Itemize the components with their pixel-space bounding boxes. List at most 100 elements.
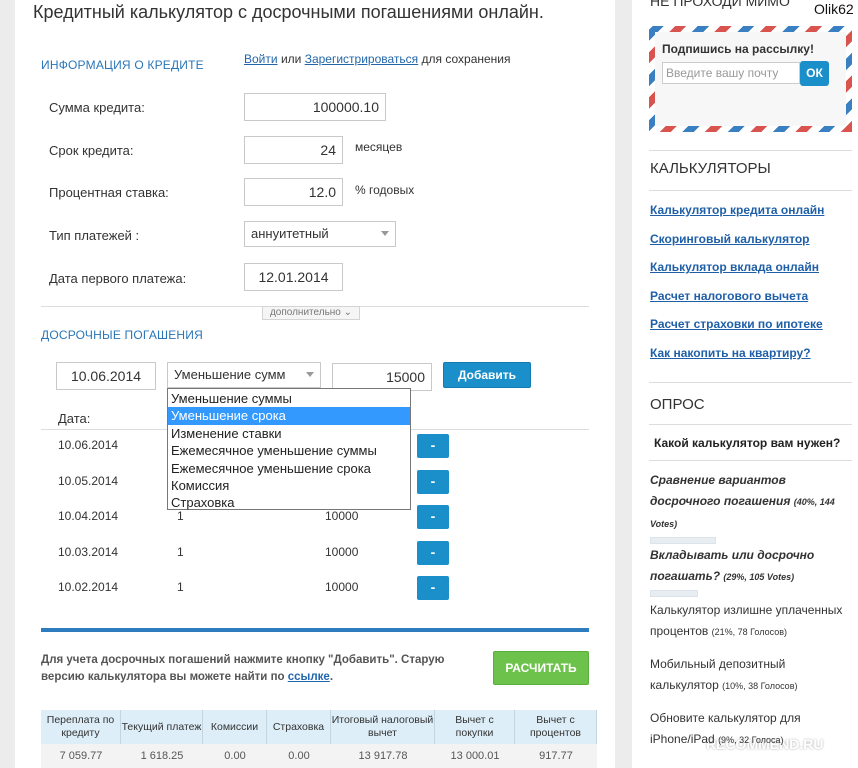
results-cell: 13 917.78: [358, 749, 408, 762]
more-options-label: дополнительно: [269, 307, 341, 318]
poll-option-stat: (10%, 38 Голосов): [722, 681, 798, 691]
divider: [649, 424, 852, 425]
dropdown-option[interactable]: Уменьшение суммы: [168, 390, 410, 407]
dropdown-option[interactable]: Комиссия: [168, 477, 410, 494]
rate-unit: % годовых: [355, 183, 415, 197]
date-column-header: Дата:: [58, 411, 91, 426]
poll-option-stat: (21%, 78 Голосов): [711, 627, 787, 637]
sidebar: НЕ ПРОХОДИ МИМО Olik62 Подпишись на расс…: [632, 0, 858, 768]
results-header-cell: Вычет с покупки: [435, 710, 515, 744]
sidebar-link[interactable]: Калькулятор вклада онлайн: [650, 260, 819, 274]
main-content: Кредитный калькулятор с досрочными погаш…: [15, 0, 615, 768]
poll-option-stat: (9%, 32 Голоса): [718, 735, 784, 745]
payment-type-value: аннуитетный: [251, 226, 329, 241]
divider: [649, 460, 852, 461]
loan-section-title: ИНФОРМАЦИЯ О КРЕДИТЕ: [41, 58, 204, 72]
poll-bar: [650, 590, 698, 597]
poll-title: ОПРОС: [650, 396, 705, 413]
poll-question: Какой калькулятор вам нужен?: [654, 436, 841, 450]
login-link[interactable]: Войти: [244, 52, 278, 66]
subscribe-ok-button[interactable]: ОК: [800, 61, 829, 86]
row-amount: 10000: [325, 544, 359, 559]
term-input[interactable]: 24: [244, 136, 343, 164]
remove-row-button[interactable]: -: [417, 469, 449, 494]
auth-or: или: [280, 52, 302, 66]
dropdown-option[interactable]: Страховка: [168, 494, 410, 511]
page-title: Кредитный калькулятор с досрочными погаш…: [33, 2, 544, 22]
poll-option-text: Сравнение вариантов досрочного погашения: [650, 473, 791, 508]
more-options-toggle[interactable]: дополнительно ⌄: [262, 306, 360, 320]
separator-bar: [41, 628, 589, 632]
chevron-down-icon: [306, 372, 314, 377]
add-button[interactable]: Добавить: [443, 362, 531, 388]
term-label: Срок кредита:: [49, 143, 134, 158]
early-type-select[interactable]: Уменьшение сумм: [167, 362, 321, 388]
early-type-dropdown: Уменьшение суммы Уменьшение срока Изменени…: [167, 388, 411, 510]
early-date-input[interactable]: 10.06.2014: [56, 362, 156, 390]
results-header-cell: Комиссии: [203, 710, 267, 744]
calculate-button[interactable]: РАСЧИТАТЬ: [493, 651, 589, 685]
old-version-link[interactable]: ссылке: [288, 671, 330, 683]
rate-input[interactable]: 12.0: [244, 178, 343, 206]
results-cell: 917.77: [539, 749, 573, 762]
payment-type-select[interactable]: аннуитетный: [244, 221, 396, 247]
poll-option-stat: (29%, 105 Votes): [723, 572, 795, 582]
results-cell: 0.00: [224, 749, 246, 762]
remove-row-button[interactable]: -: [417, 576, 449, 600]
poll-option[interactable]: Сравнение вариантов досрочного погашения…: [650, 470, 855, 535]
dropdown-option[interactable]: Изменение ставки: [168, 425, 410, 442]
early-type-value: Уменьшение сумм: [174, 367, 286, 382]
register-link[interactable]: Зарегистрироваться: [305, 52, 418, 66]
sidebar-link[interactable]: Калькулятор кредита онлайн: [650, 203, 824, 217]
poll-option[interactable]: Обновите калькулятор для iPhone/iPad (9%…: [650, 708, 855, 751]
sidebar-top-text: НЕ ПРОХОДИ МИМО: [650, 0, 790, 9]
amount-label: Сумма кредита:: [49, 100, 145, 115]
remove-row-button[interactable]: -: [417, 505, 449, 529]
results-header-cell: Текущий платеж: [121, 710, 203, 744]
early-section-title: ДОСРОЧНЫЕ ПОГАШЕНИЯ: [41, 328, 203, 342]
poll-option[interactable]: Калькулятор излишне уплаченных процентов…: [650, 600, 855, 643]
results-row: 7 059.77 1 618.25 0.00 0.00 13 917.78 13 000.…: [41, 744, 597, 768]
row-type: 1: [177, 544, 184, 559]
results-header-cell: Переплата по кредиту: [41, 710, 121, 744]
poll-option[interactable]: Мобильный депозитный калькулятор (10%, 3…: [650, 654, 855, 697]
auth-suffix: для сохранения: [421, 52, 511, 66]
calc-note: Для учета досрочных погашений нажмите кн…: [41, 652, 471, 686]
subscribe-title: Подпишись на рассылку!: [662, 42, 814, 56]
row-date: 10.05.2014: [58, 473, 119, 488]
dropdown-option[interactable]: Уменьшение срока: [168, 407, 410, 425]
row-date: 10.04.2014: [58, 509, 119, 523]
sidebar-link[interactable]: Как накопить на квартиру?: [650, 346, 811, 360]
sidebar-link[interactable]: Расчет страховки по ипотеке: [650, 317, 823, 331]
payment-type-label: Тип платежей :: [49, 228, 140, 243]
username[interactable]: Olik62: [812, 1, 856, 17]
row-date: 10.02.2014: [58, 580, 119, 594]
auth-line: Войти или Зарегистрироваться для сохране…: [244, 52, 511, 66]
remove-row-button[interactable]: -: [417, 434, 449, 458]
chevron-down-icon: [381, 231, 389, 236]
sidebar-link[interactable]: Скоринговый калькулятор: [650, 232, 810, 246]
results-cell: 0.00: [288, 749, 310, 762]
row-date: 10.06.2014: [58, 438, 119, 452]
sidebar-link[interactable]: Расчет налогового вычета: [650, 289, 808, 303]
calculators-title: КАЛЬКУЛЯТОРЫ: [650, 160, 771, 177]
poll-bar: [650, 537, 716, 544]
email-input[interactable]: Введите вашу почту: [662, 62, 800, 84]
divider: [649, 382, 852, 383]
chevron-down-icon: ⌄: [343, 307, 353, 318]
results-header: Переплата по кредиту Текущий платеж Комисс…: [41, 710, 597, 744]
results-header-cell: Страховка: [267, 710, 331, 744]
first-date-input[interactable]: 12.01.2014: [244, 263, 343, 291]
calc-note-end: .: [329, 671, 334, 683]
amount-input[interactable]: 100000.10: [244, 93, 386, 121]
row-date: 10.03.2014: [58, 544, 119, 559]
first-date-label: Дата первого платежа:: [49, 271, 187, 286]
dropdown-option[interactable]: Ежемесячное уменьшение срока: [168, 460, 410, 477]
divider: [649, 190, 852, 191]
dropdown-option[interactable]: Ежемесячное уменьшение суммы: [168, 442, 410, 459]
calc-note-text: Для учета досрочных погашений нажмите кн…: [41, 654, 445, 683]
early-amount-input[interactable]: 15000: [332, 363, 432, 391]
poll-option[interactable]: Вкладывать или досрочно погашать? (29%, …: [650, 545, 855, 588]
remove-row-button[interactable]: -: [417, 540, 449, 565]
results-cell: 1 618.25: [140, 749, 184, 762]
